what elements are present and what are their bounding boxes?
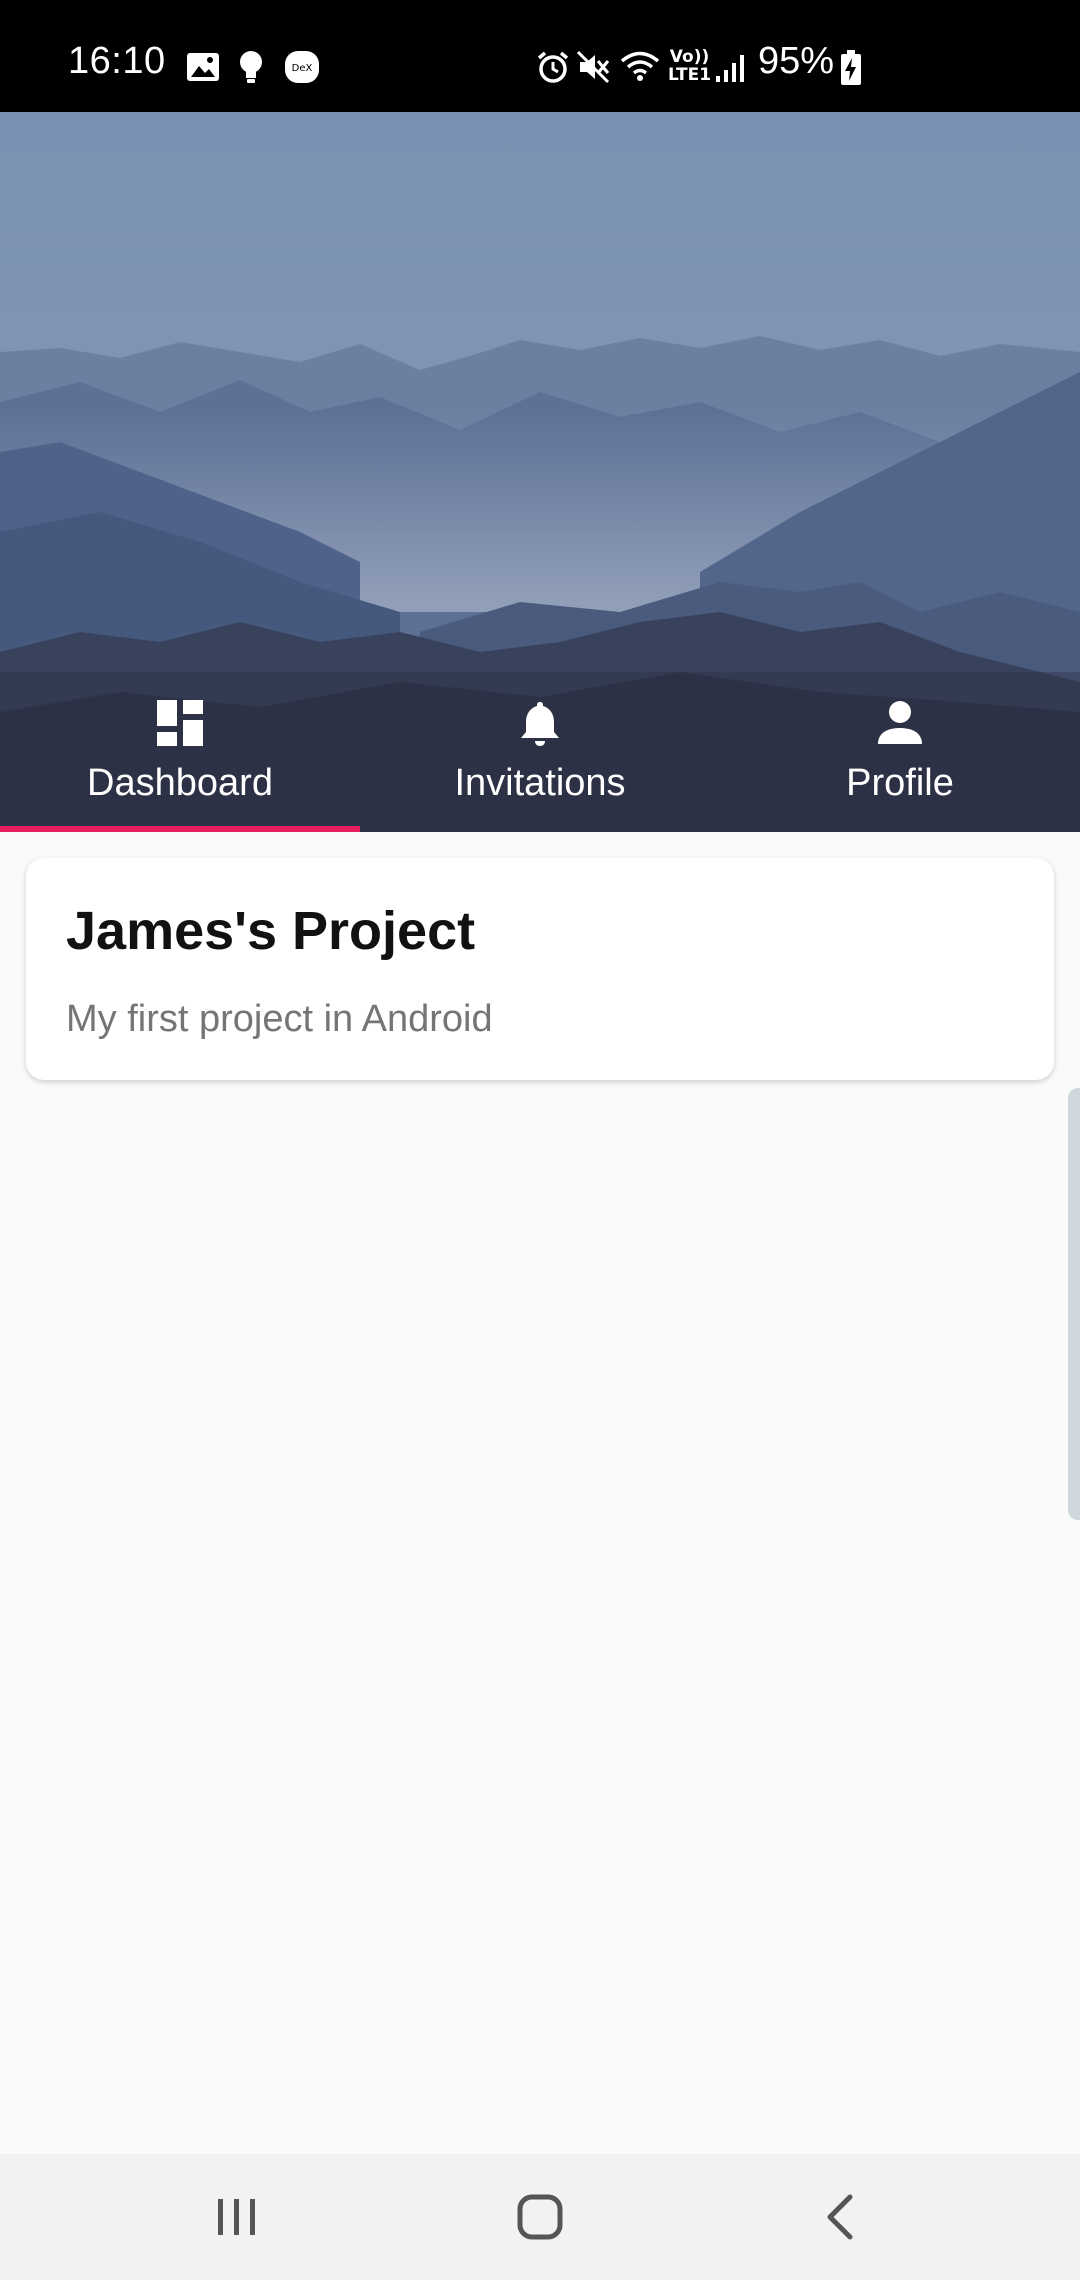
mute-icon <box>576 50 610 84</box>
project-card[interactable]: James's Project My first project in Andr… <box>26 858 1054 1080</box>
tab-invitations-label: Invitations <box>454 762 626 804</box>
bell-icon <box>521 702 559 746</box>
tab-dashboard[interactable]: Dashboard <box>0 672 360 832</box>
dex-icon: DeX <box>285 51 319 83</box>
battery-percentage: 95% <box>758 40 835 82</box>
network-type-label: Vo)) LTE1 <box>668 47 712 85</box>
svg-text:DeX: DeX <box>292 63 313 74</box>
battery-charging-icon <box>841 50 861 85</box>
tab-profile-label: Profile <box>846 762 954 804</box>
selected-tab-indicator <box>0 826 360 832</box>
wifi-icon <box>620 51 660 81</box>
alarm-icon <box>537 51 569 83</box>
status-time: 16:10 <box>68 40 166 82</box>
back-icon[interactable] <box>792 2182 892 2252</box>
tab-invitations[interactable]: Invitations <box>360 672 720 832</box>
scrollbar-handle[interactable] <box>1068 1088 1080 1520</box>
signal-icon <box>716 55 744 82</box>
system-navigation-bar <box>0 2154 1080 2280</box>
bulb-icon <box>240 51 262 83</box>
person-icon <box>878 701 922 744</box>
recents-icon[interactable] <box>186 2182 286 2252</box>
tab-profile[interactable]: Profile <box>720 672 1080 832</box>
tab-bar: Dashboard Invitations Profile <box>0 672 1080 832</box>
project-title: James's Project <box>66 901 476 961</box>
tab-dashboard-label: Dashboard <box>87 762 273 804</box>
dashboard-icon <box>157 700 203 746</box>
home-icon[interactable] <box>490 2182 590 2252</box>
image-icon <box>187 53 219 81</box>
project-description: My first project in Android <box>66 998 493 1040</box>
status-bar: 16:10 DeX Vo)) LTE1 95% <box>0 0 1080 112</box>
